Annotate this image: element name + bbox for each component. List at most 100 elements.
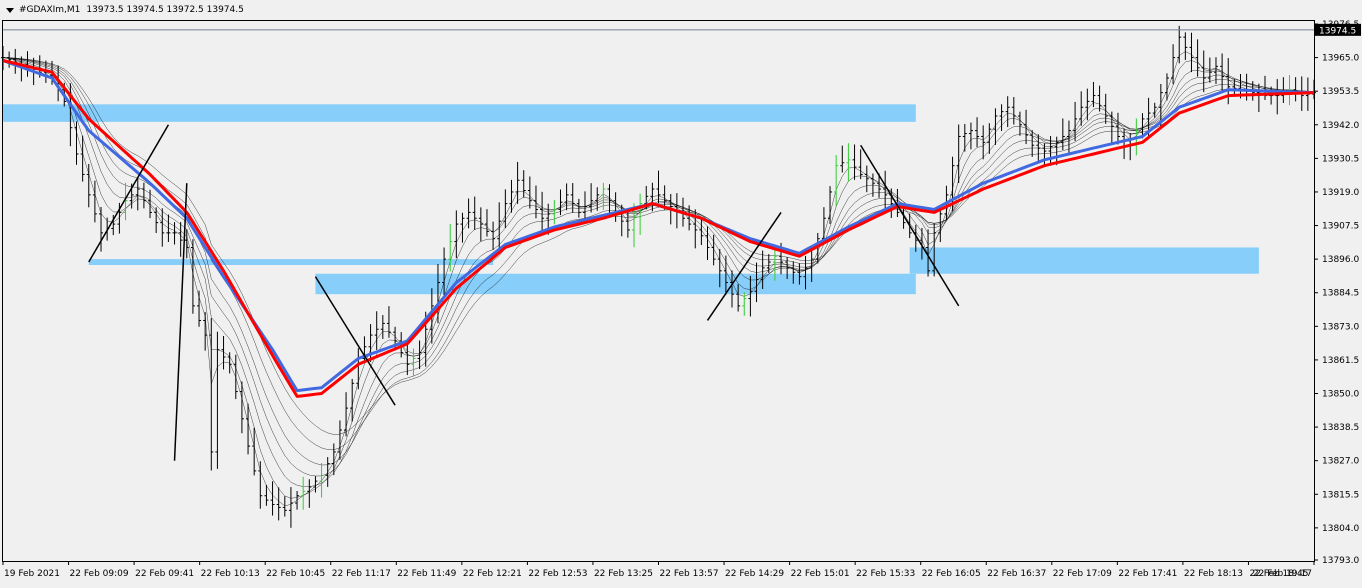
price-bar <box>13 48 18 74</box>
chart-area[interactable]: 13976.513965.013953.513942.013930.513919… <box>0 0 1362 584</box>
y-tick-label: 13965.0 <box>1322 54 1359 64</box>
price-bar <box>454 210 459 259</box>
price-bar <box>484 209 489 237</box>
price-bar <box>552 200 557 225</box>
price-bar <box>864 165 869 193</box>
price-bar <box>7 51 12 68</box>
price-bar <box>295 491 300 510</box>
price-bar <box>656 170 661 204</box>
y-tick-label: 13942.0 <box>1322 121 1359 131</box>
price-bar <box>883 170 888 208</box>
price-bar <box>1017 111 1022 136</box>
y-tick-label: 13884.5 <box>1322 289 1359 299</box>
price-bar <box>276 487 281 521</box>
price-bar <box>858 149 863 180</box>
price-bar <box>491 221 496 250</box>
x-tick-label: 22 Feb 18:13 <box>1184 569 1243 579</box>
price-bar <box>209 318 214 471</box>
price-bar <box>233 354 238 400</box>
price-bar <box>325 457 330 487</box>
x-tick-label: 22 Feb 15:01 <box>791 569 850 579</box>
y-tick-label: 13907.5 <box>1322 222 1359 232</box>
price-bar <box>197 290 202 327</box>
price-bar <box>1122 128 1127 160</box>
price-bar <box>515 161 520 204</box>
price-bar <box>1275 79 1280 115</box>
price-bar <box>968 122 973 150</box>
price-bar <box>840 145 845 173</box>
x-tick-label: 22 Feb 10:13 <box>201 569 260 579</box>
price-bar <box>509 179 514 213</box>
x-tick-label: 22 Feb 16:05 <box>922 569 981 579</box>
price-bar <box>319 463 324 498</box>
price-bar <box>1079 91 1084 126</box>
price-bar <box>160 208 165 247</box>
price-bar <box>852 144 857 180</box>
sr-zone <box>3 104 916 122</box>
x-tick-label: 22 Feb 14:29 <box>725 569 784 579</box>
x-tick-label: 22 Feb 17:41 <box>1118 569 1177 579</box>
x-tick-label: 22 Feb 15:33 <box>856 569 915 579</box>
price-bar <box>828 186 833 224</box>
chevron-down-icon[interactable] <box>6 7 14 13</box>
price-bar <box>460 212 465 243</box>
x-tick-label: 22 Feb 12:53 <box>528 569 587 579</box>
sr-zone <box>88 259 494 265</box>
current-price-label: 13974.5 <box>1319 26 1356 36</box>
price-bar <box>1293 77 1298 102</box>
price-bar <box>258 461 263 509</box>
trendline <box>314 276 396 406</box>
price-bar <box>956 124 961 184</box>
price-bar <box>705 226 710 260</box>
price-bar <box>307 479 312 508</box>
x-tick-label: 22 Feb 19:17 <box>1253 569 1312 579</box>
price-bar <box>1097 85 1102 112</box>
price-bar <box>472 196 477 230</box>
y-tick-label: 13919.0 <box>1322 188 1359 198</box>
x-tick-label: 22 Feb 13:25 <box>594 569 653 579</box>
price-bar <box>1005 96 1010 128</box>
price-bar <box>135 178 140 211</box>
price-bar <box>1312 79 1316 100</box>
price-bar <box>975 117 980 148</box>
price-bar <box>699 216 704 246</box>
y-tick-label: 13873.0 <box>1322 322 1359 332</box>
price-bar <box>540 191 545 232</box>
price-bar <box>527 176 532 209</box>
price-bar <box>1060 118 1065 151</box>
price-chart[interactable]: 13976.513965.013953.513942.013930.513919… <box>0 0 1362 584</box>
price-bar <box>993 108 998 145</box>
y-tick-label: 13827.0 <box>1322 457 1359 467</box>
x-tick-label: 19 Feb 2021 <box>4 569 60 579</box>
y-tick-label: 13930.5 <box>1322 154 1359 164</box>
price-bar <box>99 206 104 252</box>
y-tick-label: 13804.0 <box>1322 524 1359 534</box>
price-bar <box>92 180 97 223</box>
chart-header: #GDAXIm,M1 13973.5 13974.5 13972.5 13974… <box>0 0 244 20</box>
price-bar <box>607 184 612 213</box>
x-tick-label: 22 Feb 16:37 <box>987 569 1046 579</box>
price-bar <box>1183 32 1188 60</box>
x-tick-label: 22 Feb 17:09 <box>1053 569 1112 579</box>
price-bar <box>846 143 851 182</box>
price-bar <box>141 182 146 209</box>
price-bar <box>589 183 594 213</box>
price-bar <box>74 121 79 165</box>
price-bar <box>1085 88 1090 121</box>
price-bar <box>25 51 30 77</box>
price-bar <box>337 420 342 460</box>
price-bar <box>178 222 183 257</box>
price-bar <box>638 193 643 235</box>
price-bar <box>215 331 220 469</box>
ohlc-label: 13973.5 13974.5 13972.5 13974.5 <box>86 5 244 15</box>
x-tick-label: 22 Feb 09:09 <box>70 569 129 579</box>
x-tick-label: 22 Feb 12:21 <box>463 569 522 579</box>
price-bar <box>1042 143 1047 167</box>
price-bar <box>282 496 287 517</box>
price-bar <box>154 207 159 234</box>
x-tick-label: 22 Feb 11:17 <box>332 569 391 579</box>
price-bar <box>558 189 563 216</box>
sr-zone <box>909 247 1259 274</box>
y-tick-label: 13815.5 <box>1322 490 1359 500</box>
price-bar <box>86 163 91 208</box>
